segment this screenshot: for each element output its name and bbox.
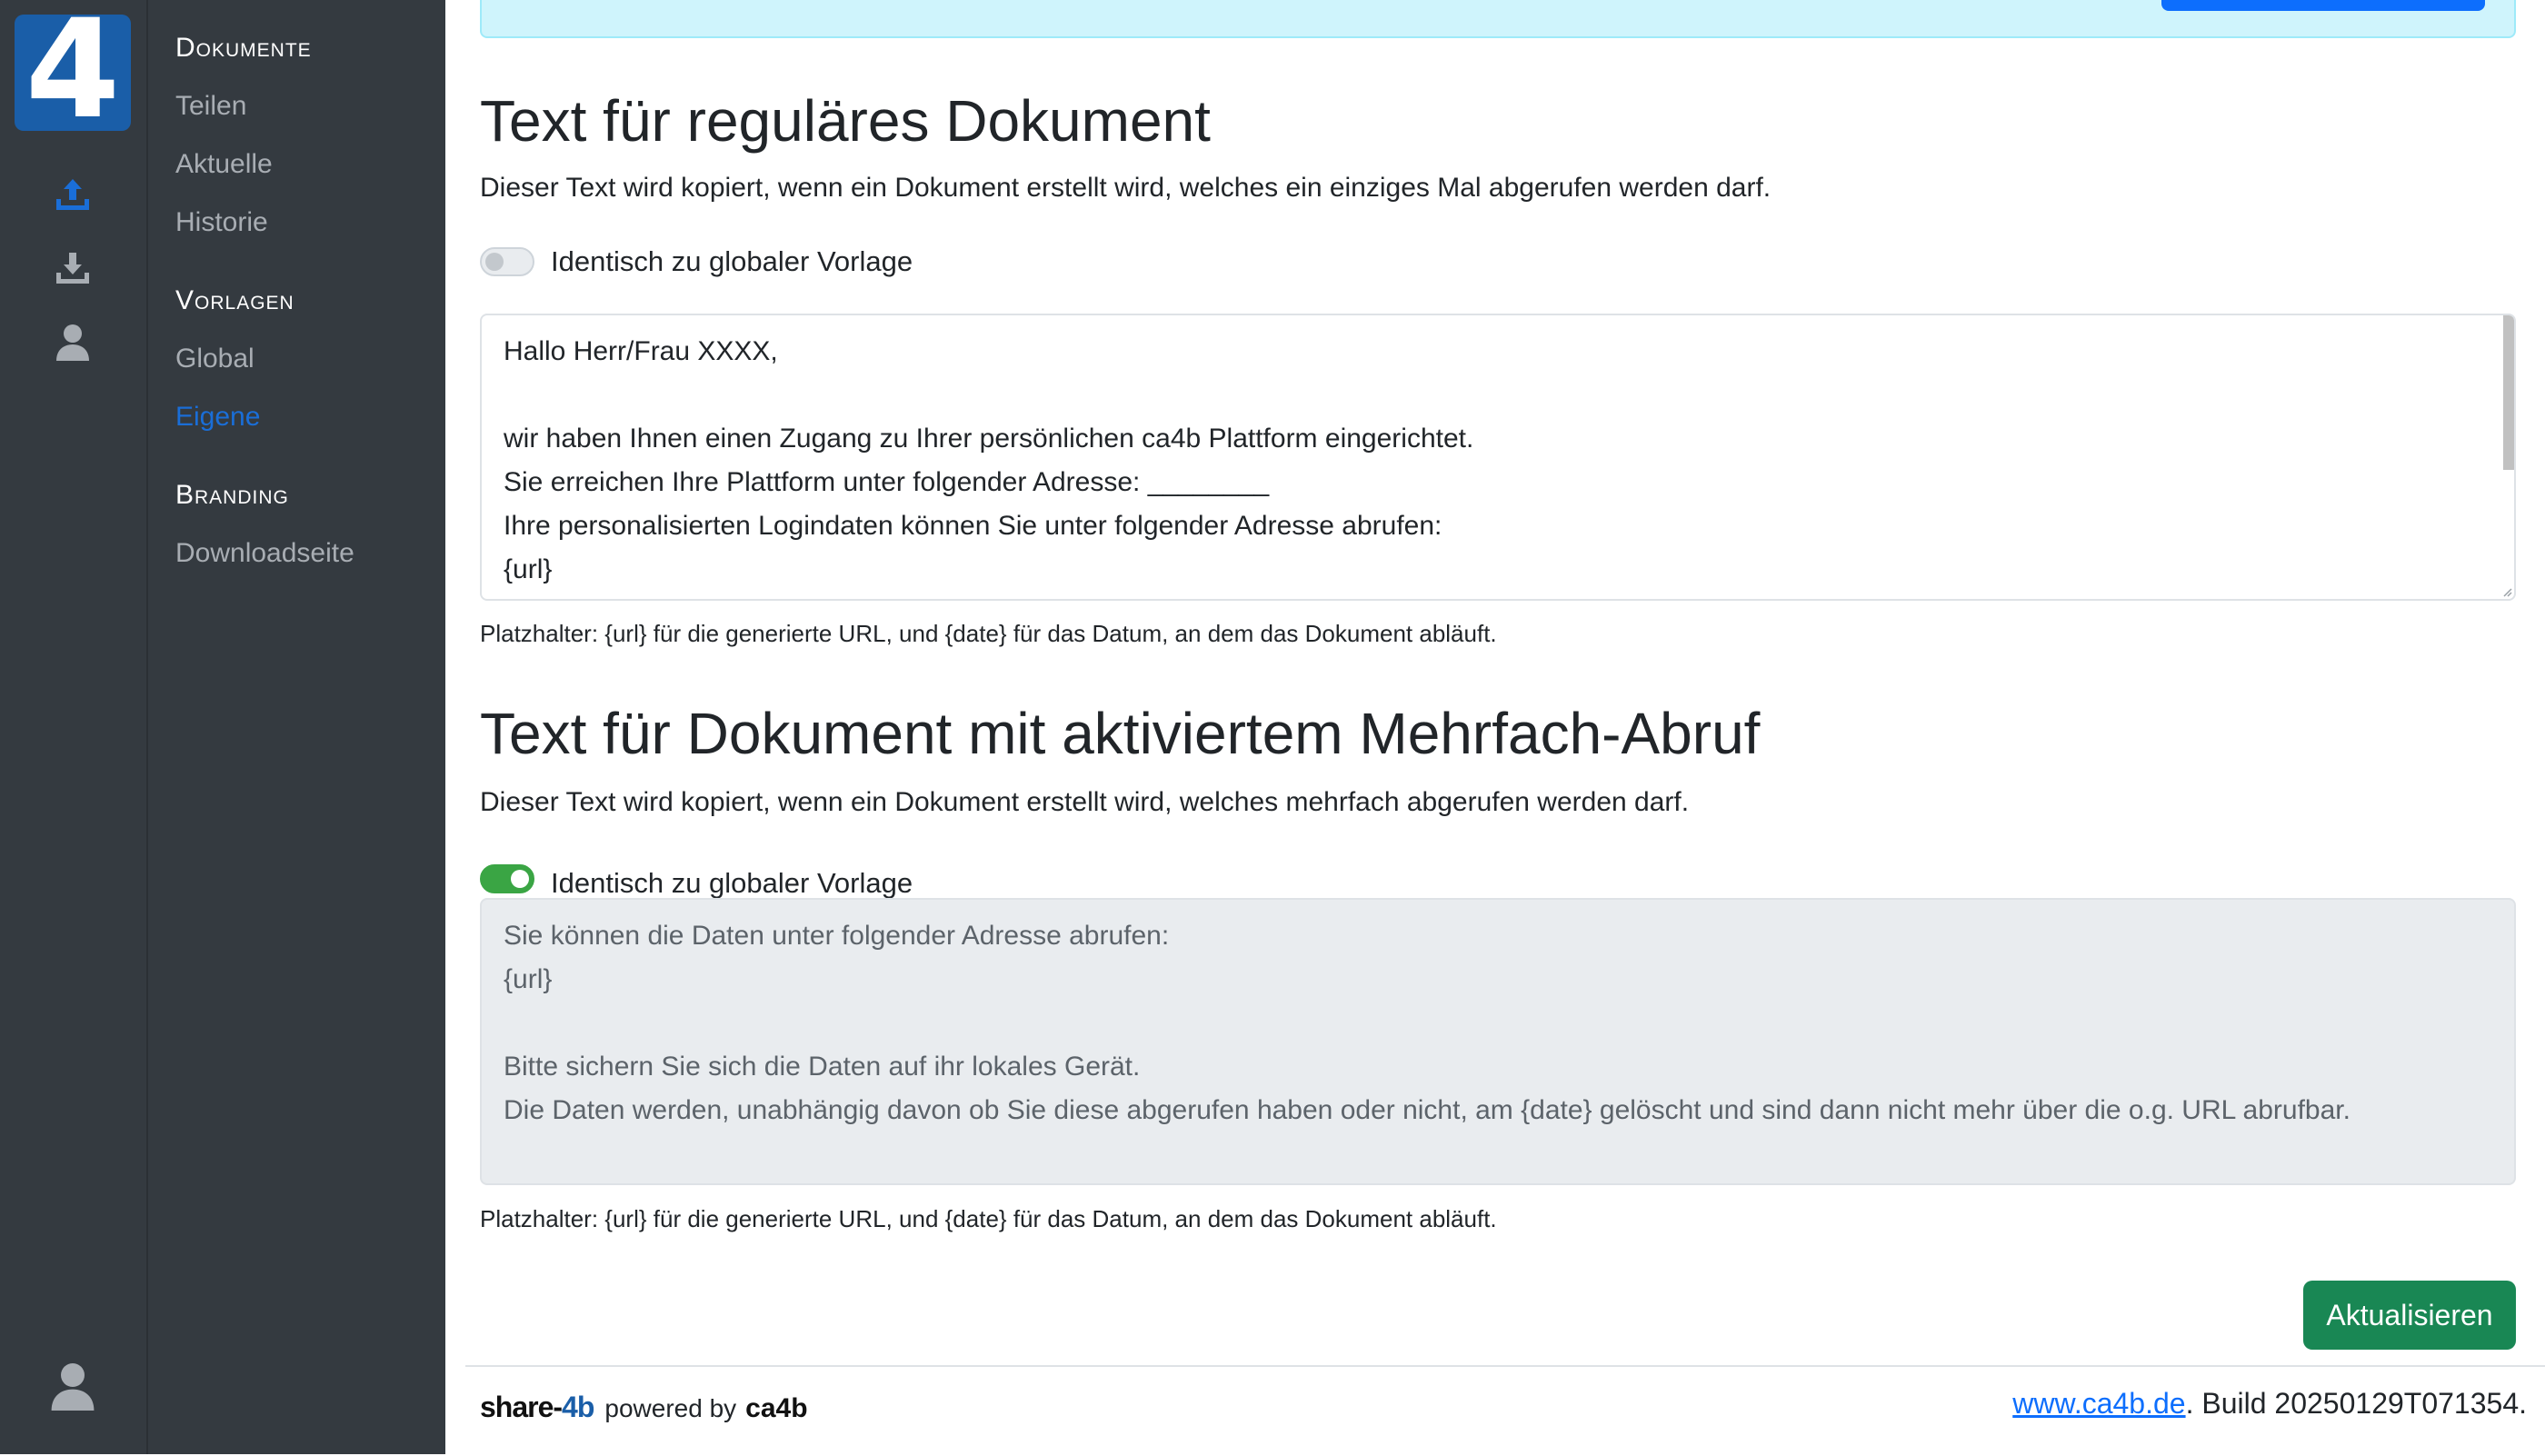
footer-build-text: . Build 20250129T071354. <box>2185 1387 2527 1420</box>
multi-text-line: Die Daten werden, unabhängig davon ob Si… <box>504 1095 2350 1125</box>
multi-text-line: Bitte sichern Sie sich die Daten auf ihr… <box>504 1052 1141 1082</box>
multi-placeholder-hint: Platzhalter: {url} für die generierte UR… <box>480 1205 1497 1232</box>
regular-section-title: Text für reguläres Dokument <box>480 88 1211 154</box>
menu-item-global[interactable]: Global <box>175 344 254 374</box>
footer-brand: share- 4b powered by ca4b <box>480 1391 808 1424</box>
info-banner <box>480 0 2516 38</box>
multi-identical-toggle-label: Identisch zu globaler Vorlage <box>551 867 913 899</box>
menu-item-teilen[interactable]: Teilen <box>175 91 246 122</box>
multi-section-description: Dieser Text wird kopiert, wenn ein Dokum… <box>480 787 1690 817</box>
regular-text-line <box>504 374 2492 417</box>
user-icon[interactable] <box>47 317 98 368</box>
multi-text-line: {url} <box>504 964 553 994</box>
footer: share- 4b powered by ca4b www.ca4b.de. Bu… <box>465 1365 2545 1456</box>
powered-by-text: powered by <box>604 1394 737 1422</box>
brand-ca4b-logo: ca4b <box>745 1393 808 1423</box>
info-banner-button[interactable] <box>2161 0 2485 11</box>
multi-section-title: Text für Dokument mit aktiviertem Mehrfa… <box>480 701 1761 766</box>
resize-grip-icon[interactable] <box>2501 586 2512 597</box>
footer-build-info: www.ca4b.de. Build 20250129T071354. <box>2012 1387 2527 1421</box>
regular-section-description: Dieser Text wird kopiert, wenn ein Dokum… <box>480 173 1772 203</box>
icon-rail: 4 <box>0 0 146 1454</box>
regular-identical-toggle-label: Identisch zu globaler Vorlage <box>551 245 913 277</box>
regular-identical-toggle-row: Identisch zu globaler Vorlage <box>480 245 913 278</box>
update-button[interactable]: Aktualisieren <box>2303 1281 2516 1350</box>
multi-text-line <box>504 1002 2492 1045</box>
menu-item-eigene[interactable]: Eigene <box>175 402 260 433</box>
menu-item-aktuelle[interactable]: Aktuelle <box>175 149 273 180</box>
regular-text-line: {url} <box>504 554 553 584</box>
textarea-scrollbar[interactable] <box>2503 315 2514 470</box>
brand-4b-text: 4b <box>562 1391 594 1423</box>
regular-text-line: Hallo Herr/Frau XXXX, <box>504 336 778 366</box>
menu-item-historie[interactable]: Historie <box>175 207 268 238</box>
multi-template-textarea: Sie können die Daten unter folgender Adr… <box>480 898 2516 1185</box>
logo-glyph: 4 <box>25 15 121 131</box>
menu-item-downloadseite[interactable]: Downloadseite <box>175 538 354 569</box>
menu-heading-dokumente: Dokumente <box>175 33 312 63</box>
multi-identical-toggle-row: Identisch zu globaler Vorlage <box>480 858 913 900</box>
brand-share-text: share- <box>480 1391 563 1423</box>
regular-placeholder-hint: Platzhalter: {url} für die generierte UR… <box>480 620 1497 647</box>
regular-text-line: wir haben Ihnen einen Zugang zu Ihrer pe… <box>504 424 1474 454</box>
regular-identical-toggle[interactable] <box>480 247 534 276</box>
multi-identical-toggle[interactable] <box>480 864 534 893</box>
sidebar-menu: Dokumente Teilen Aktuelle Historie Vorla… <box>146 0 445 1454</box>
download-icon[interactable] <box>47 244 98 294</box>
menu-heading-branding: Branding <box>175 480 289 510</box>
menu-heading-vorlagen: Vorlagen <box>175 285 294 315</box>
regular-template-textarea[interactable]: Hallo Herr/Frau XXXX, wir haben Ihnen ei… <box>480 314 2516 601</box>
main-content: Text für reguläres Dokument Dieser Text … <box>445 0 2545 1454</box>
upload-icon[interactable] <box>47 170 98 221</box>
regular-text-line: Sie erreichen Ihre Plattform unter folge… <box>504 467 1270 497</box>
regular-text-line: Ihre personalisierten Logindaten können … <box>504 511 1442 541</box>
footer-website-link[interactable]: www.ca4b.de <box>2012 1387 2185 1420</box>
app-logo[interactable]: 4 <box>15 15 131 131</box>
multi-text-line: Sie können die Daten unter folgender Adr… <box>504 921 1170 951</box>
user-profile-icon[interactable] <box>47 1361 98 1412</box>
